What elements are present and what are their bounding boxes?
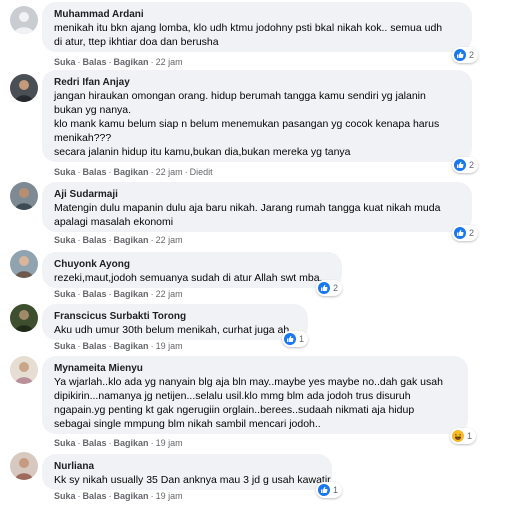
- timestamp[interactable]: 19 jam: [156, 341, 183, 351]
- avatar[interactable]: [10, 304, 38, 332]
- comment-bubble: Muhammad Ardani menikah itu bkn ajang lo…: [42, 2, 472, 52]
- reaction-count[interactable]: 1: [316, 482, 343, 498]
- reaction-count[interactable]: 2: [452, 47, 479, 63]
- comment-bubble: Aji Sudarmaji Matengin dulu mapanin dulu…: [42, 182, 472, 232]
- commenter-name[interactable]: Chuyonk Ayong: [54, 258, 330, 271]
- avatar[interactable]: [10, 250, 38, 278]
- commenter-name[interactable]: Franscicus Surbakti Torong: [54, 310, 296, 323]
- reply-button[interactable]: Balas: [83, 491, 107, 501]
- comment-text: Aku udh umur 30th belum menikah, curhat …: [54, 324, 290, 336]
- avatar[interactable]: [10, 356, 38, 384]
- share-button[interactable]: Bagikan: [114, 167, 149, 177]
- reply-button[interactable]: Balas: [83, 235, 107, 245]
- like-icon: [454, 227, 466, 239]
- share-button[interactable]: Bagikan: [114, 57, 149, 67]
- avatar[interactable]: [10, 182, 38, 210]
- commenter-name[interactable]: Muhammad Ardani: [54, 8, 460, 21]
- reaction-count[interactable]: 1: [450, 428, 477, 444]
- share-button[interactable]: Bagikan: [114, 491, 149, 501]
- reply-button[interactable]: Balas: [83, 167, 107, 177]
- comment-actions: Suka · Balas · Bagikan · 22 jam: [54, 57, 183, 67]
- comment-actions: Suka · Balas · Bagikan · 22 jam · Diedit: [54, 167, 213, 177]
- reply-button[interactable]: Balas: [83, 438, 107, 448]
- edited-label[interactable]: Diedit: [190, 167, 213, 177]
- commenter-name[interactable]: Mynameita Mienyu: [54, 362, 456, 375]
- comment-actions: Suka · Balas · Bagikan · 19 jam: [54, 438, 183, 448]
- reply-button[interactable]: Balas: [83, 341, 107, 351]
- avatar[interactable]: [10, 74, 38, 102]
- like-icon: [454, 49, 466, 61]
- comment-bubble: Mynameita Mienyu Ya wjarlah..klo ada yg …: [42, 356, 468, 434]
- comment-actions: Suka · Balas · Bagikan · 22 jam: [54, 289, 183, 299]
- reaction-count[interactable]: 2: [452, 157, 479, 173]
- timestamp[interactable]: 19 jam: [156, 491, 183, 501]
- like-icon: [284, 333, 296, 345]
- reply-button[interactable]: Balas: [83, 57, 107, 67]
- comment-bubble: Franscicus Surbakti Torong Aku udh umur …: [42, 304, 308, 340]
- like-icon: [318, 282, 330, 294]
- commenter-name[interactable]: Aji Sudarmaji: [54, 188, 460, 201]
- timestamp[interactable]: 22 jam: [156, 235, 183, 245]
- comment-text: Matengin dulu mapanin dulu aja baru nika…: [54, 202, 441, 228]
- timestamp[interactable]: 22 jam: [156, 167, 183, 177]
- like-icon: [318, 484, 330, 496]
- comment-text: Ya wjarlah..klo ada yg nanyain blg aja b…: [54, 376, 443, 430]
- avatar[interactable]: [10, 6, 38, 34]
- haha-icon: [452, 430, 464, 442]
- comment-actions: Suka · Balas · Bagikan · 19 jam: [54, 491, 183, 501]
- comment-bubble: Nurliana Kk sy nikah usually 35 Dan ankn…: [42, 454, 332, 490]
- like-icon: [454, 159, 466, 171]
- like-button[interactable]: Suka: [54, 57, 76, 67]
- comment-text: jangan hiraukan omongan orang. hidup ber…: [54, 90, 440, 158]
- like-button[interactable]: Suka: [54, 235, 76, 245]
- like-button[interactable]: Suka: [54, 438, 76, 448]
- share-button[interactable]: Bagikan: [114, 289, 149, 299]
- commenter-name[interactable]: Redri Ifan Anjay: [54, 76, 460, 89]
- comment-actions: Suka · Balas · Bagikan · 19 jam: [54, 341, 183, 351]
- like-button[interactable]: Suka: [54, 341, 76, 351]
- comment-bubble: Redri Ifan Anjay jangan hiraukan omongan…: [42, 70, 472, 162]
- commenter-name[interactable]: Nurliana: [54, 460, 320, 473]
- reaction-count[interactable]: 2: [452, 225, 479, 241]
- share-button[interactable]: Bagikan: [114, 235, 149, 245]
- like-button[interactable]: Suka: [54, 491, 76, 501]
- comment-bubble: Chuyonk Ayong rezeki,maut,jodoh semuanya…: [42, 252, 342, 288]
- comment-actions: Suka · Balas · Bagikan · 22 jam: [54, 235, 183, 245]
- reaction-count[interactable]: 2: [316, 280, 343, 296]
- comment-text: menikah itu bkn ajang lomba, klo udh ktm…: [54, 22, 443, 48]
- reaction-count[interactable]: 1: [282, 331, 309, 347]
- share-button[interactable]: Bagikan: [114, 341, 149, 351]
- reply-button[interactable]: Balas: [83, 289, 107, 299]
- share-button[interactable]: Bagikan: [114, 438, 149, 448]
- comment-text: rezeki,maut,jodoh semuanya sudah di atur…: [54, 272, 323, 284]
- avatar[interactable]: [10, 452, 38, 480]
- like-button[interactable]: Suka: [54, 289, 76, 299]
- like-button[interactable]: Suka: [54, 167, 76, 177]
- timestamp[interactable]: 19 jam: [156, 438, 183, 448]
- timestamp[interactable]: 22 jam: [156, 289, 183, 299]
- comment-text: Kk sy nikah usually 35 Dan anknya mau 3 …: [54, 474, 331, 486]
- timestamp[interactable]: 22 jam: [156, 57, 183, 67]
